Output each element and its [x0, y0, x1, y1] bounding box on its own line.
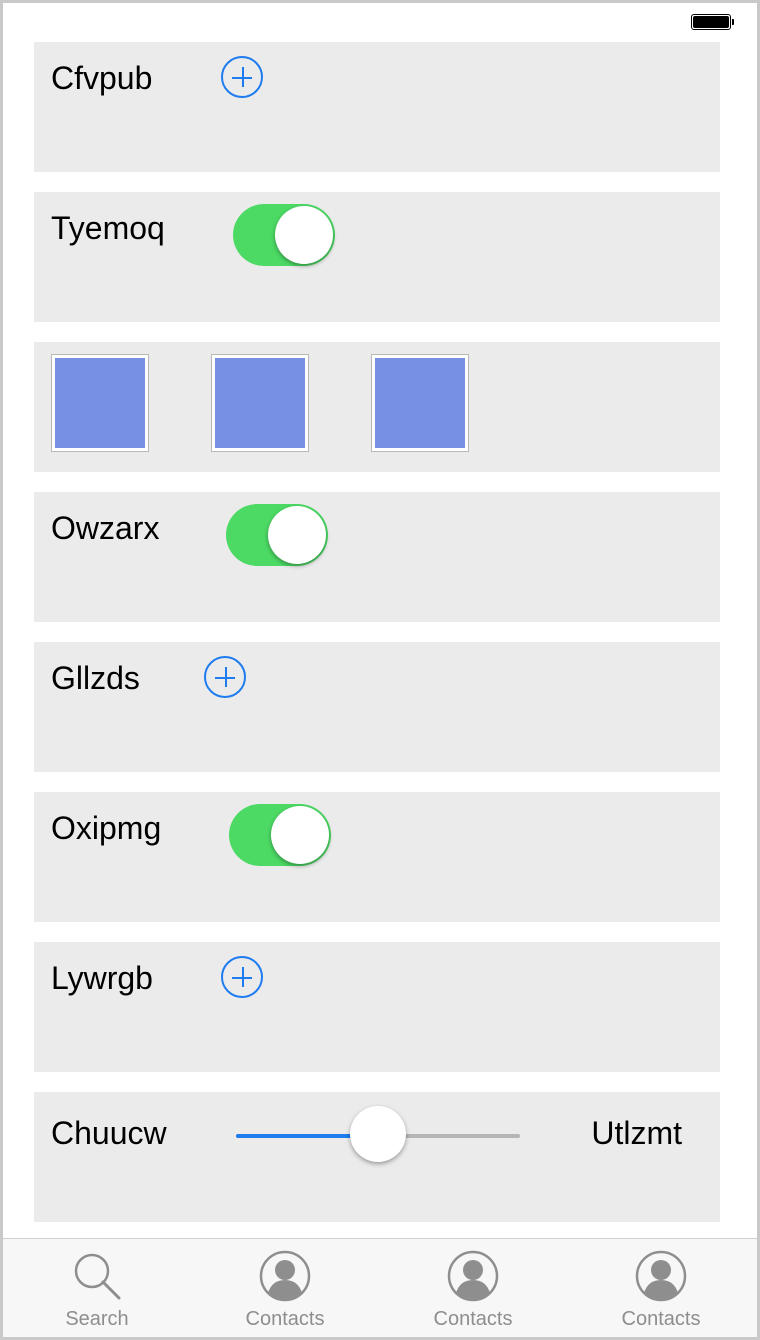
slider-thumb[interactable] — [350, 1106, 406, 1162]
row-label: Oxipmg — [51, 810, 162, 846]
row-label: Gllzds — [51, 660, 140, 696]
row-lywrgb: Lywrgb — [34, 942, 720, 1072]
toggle-knob — [271, 806, 329, 864]
tab-label: Contacts — [245, 1308, 325, 1330]
row-owzarx: Owzarx — [34, 492, 720, 622]
row-cfvpub: Cfvpub — [34, 42, 720, 172]
toggle-switch[interactable] — [226, 504, 328, 566]
row-gllzds: Gllzds — [34, 642, 720, 772]
contact-icon — [447, 1250, 499, 1302]
toggle-knob — [268, 506, 326, 564]
slider[interactable] — [236, 1106, 520, 1162]
image-swatch[interactable] — [211, 354, 309, 452]
contact-icon — [259, 1250, 311, 1302]
app-screen: Cfvpub Tyemoq Owzarx Gllzds Oxipmg Lywrg… — [0, 0, 760, 1340]
battery-icon — [691, 14, 735, 32]
row-chuucw: Chuucw Utlzmt — [34, 1092, 720, 1222]
image-swatch[interactable] — [371, 354, 469, 452]
row-tyemoq: Tyemoq — [34, 192, 720, 322]
slider-value-label: Utlzmt — [591, 1115, 682, 1151]
plus-circle-icon[interactable] — [221, 956, 263, 998]
row-swatches — [34, 342, 720, 472]
row-label: Tyemoq — [51, 210, 165, 246]
toggle-switch[interactable] — [229, 804, 331, 866]
toggle-switch[interactable] — [233, 204, 335, 266]
tab-contacts-2[interactable]: Contacts — [379, 1239, 567, 1337]
plus-circle-icon[interactable] — [204, 656, 246, 698]
row-label: Lywrgb — [51, 960, 153, 996]
tab-contacts-1[interactable]: Contacts — [191, 1239, 379, 1337]
tab-bar: Search Contacts Contacts Contacts — [3, 1238, 757, 1337]
contact-icon — [635, 1250, 687, 1302]
search-icon — [74, 1253, 121, 1300]
plus-circle-icon[interactable] — [221, 56, 263, 98]
tab-search[interactable]: Search — [3, 1239, 191, 1337]
tab-label: Contacts — [433, 1308, 513, 1330]
image-swatch[interactable] — [51, 354, 149, 452]
tab-contacts-3[interactable]: Contacts — [567, 1239, 755, 1337]
toggle-knob — [275, 206, 333, 264]
tab-label: Contacts — [621, 1308, 701, 1330]
row-label: Chuucw — [51, 1115, 167, 1151]
row-oxipmg: Oxipmg — [34, 792, 720, 922]
row-label: Cfvpub — [51, 60, 153, 96]
tab-label: Search — [65, 1308, 129, 1330]
row-label: Owzarx — [51, 510, 160, 546]
